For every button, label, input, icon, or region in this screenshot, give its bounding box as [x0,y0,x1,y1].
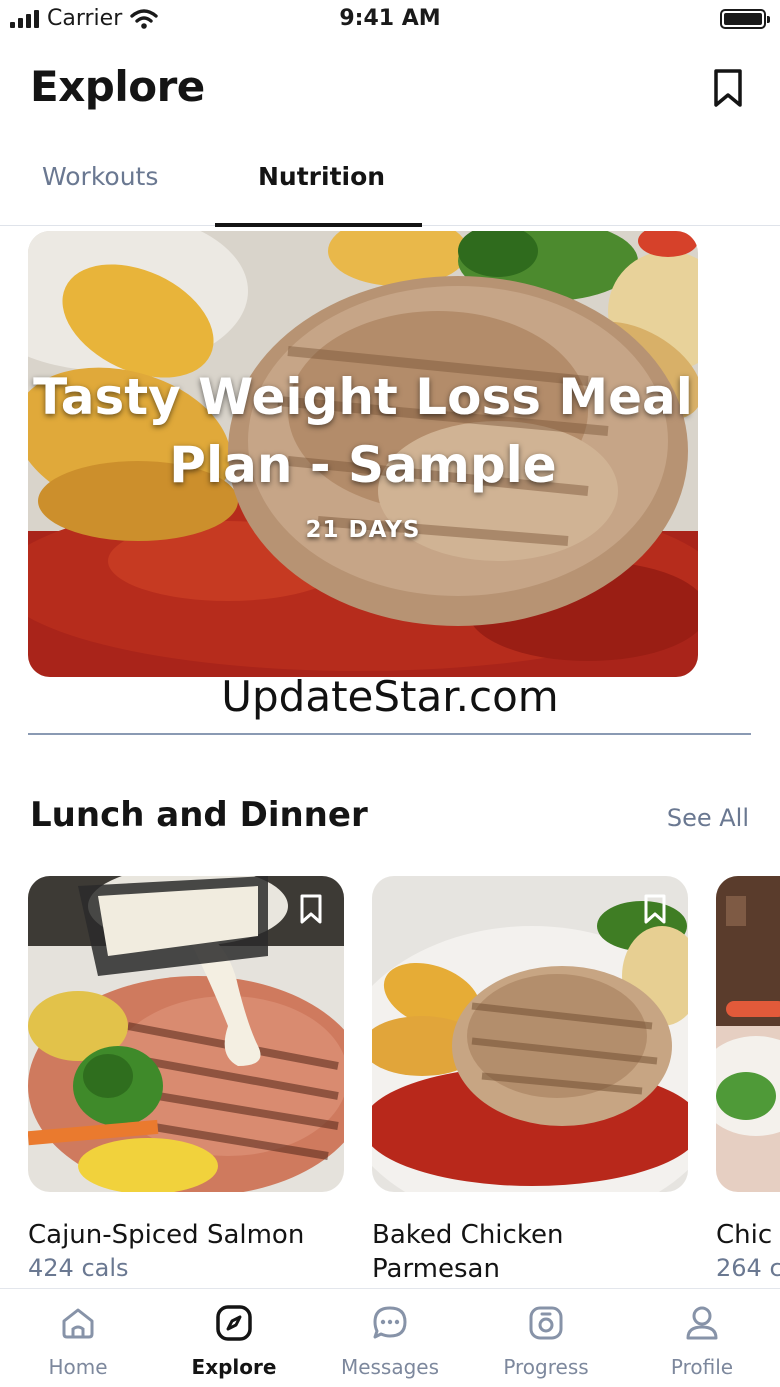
recipe-image [28,876,344,1192]
recipe-image [716,876,780,1192]
compass-icon [216,1305,252,1341]
nav-label: Explore [191,1355,277,1379]
nav-profile[interactable]: Profile [624,1303,780,1379]
chat-icon [373,1306,407,1339]
recipe-card[interactable]: Chic 264 c [716,876,780,1282]
tab-nutrition[interactable]: Nutrition [258,162,385,191]
active-tab-indicator [215,223,422,227]
status-bar: Carrier 9:41 AM [0,0,780,40]
recipe-photo [716,876,780,1192]
bookmark-icon[interactable] [298,894,324,924]
recipe-name: Baked Chicken Parmesan [372,1220,564,1284]
bottom-nav: Home Explore Messages Progress Profile [0,1288,780,1387]
featured-title: Tasty Weight Loss Meal Plan - Sample [33,368,693,494]
featured-meal-plan-card[interactable]: Tasty Weight Loss Meal Plan - Sample 21 … [28,231,698,677]
bookmark-icon[interactable] [710,68,746,108]
page-title: Explore [30,62,205,111]
recipe-name: Chic [716,1220,773,1250]
chicken-image [372,876,688,1192]
recipe-card[interactable]: Cajun-Spiced Salmon 424 cals [28,876,344,1282]
recipe-calories: 264 c [716,1254,780,1282]
profile-icon [686,1306,718,1340]
progress-icon [529,1306,563,1340]
nav-progress[interactable]: Progress [468,1303,624,1379]
recipe-calories: 424 cals [28,1254,129,1282]
nav-label: Progress [503,1355,589,1379]
watermark: UpdateStar.com [221,672,559,721]
featured-text: Tasty Weight Loss Meal Plan - Sample 21 … [28,363,698,543]
status-time: 9:41 AM [339,6,441,31]
see-all-link[interactable]: See All [667,804,749,832]
tab-workouts[interactable]: Workouts [42,162,158,191]
recipe-card[interactable]: Baked Chicken Parmesan [372,876,688,1288]
battery-icon [720,9,770,29]
nav-label: Home [48,1355,108,1379]
recipe-image [372,876,688,1192]
nav-messages[interactable]: Messages [312,1303,468,1379]
bookmark-icon[interactable] [642,894,668,924]
nav-home[interactable]: Home [0,1303,156,1379]
nav-explore[interactable]: Explore [156,1303,312,1379]
tab-bar: Workouts Nutrition [0,140,780,227]
nav-label: Messages [340,1355,440,1379]
salmon-image [28,876,344,1192]
recipe-name: Cajun-Spiced Salmon [28,1220,305,1250]
home-icon [62,1308,94,1339]
nav-label: Profile [670,1355,734,1379]
featured-duration: 21 DAYS [305,517,421,543]
section-title: Lunch and Dinner [30,795,368,835]
divider [28,733,751,735]
